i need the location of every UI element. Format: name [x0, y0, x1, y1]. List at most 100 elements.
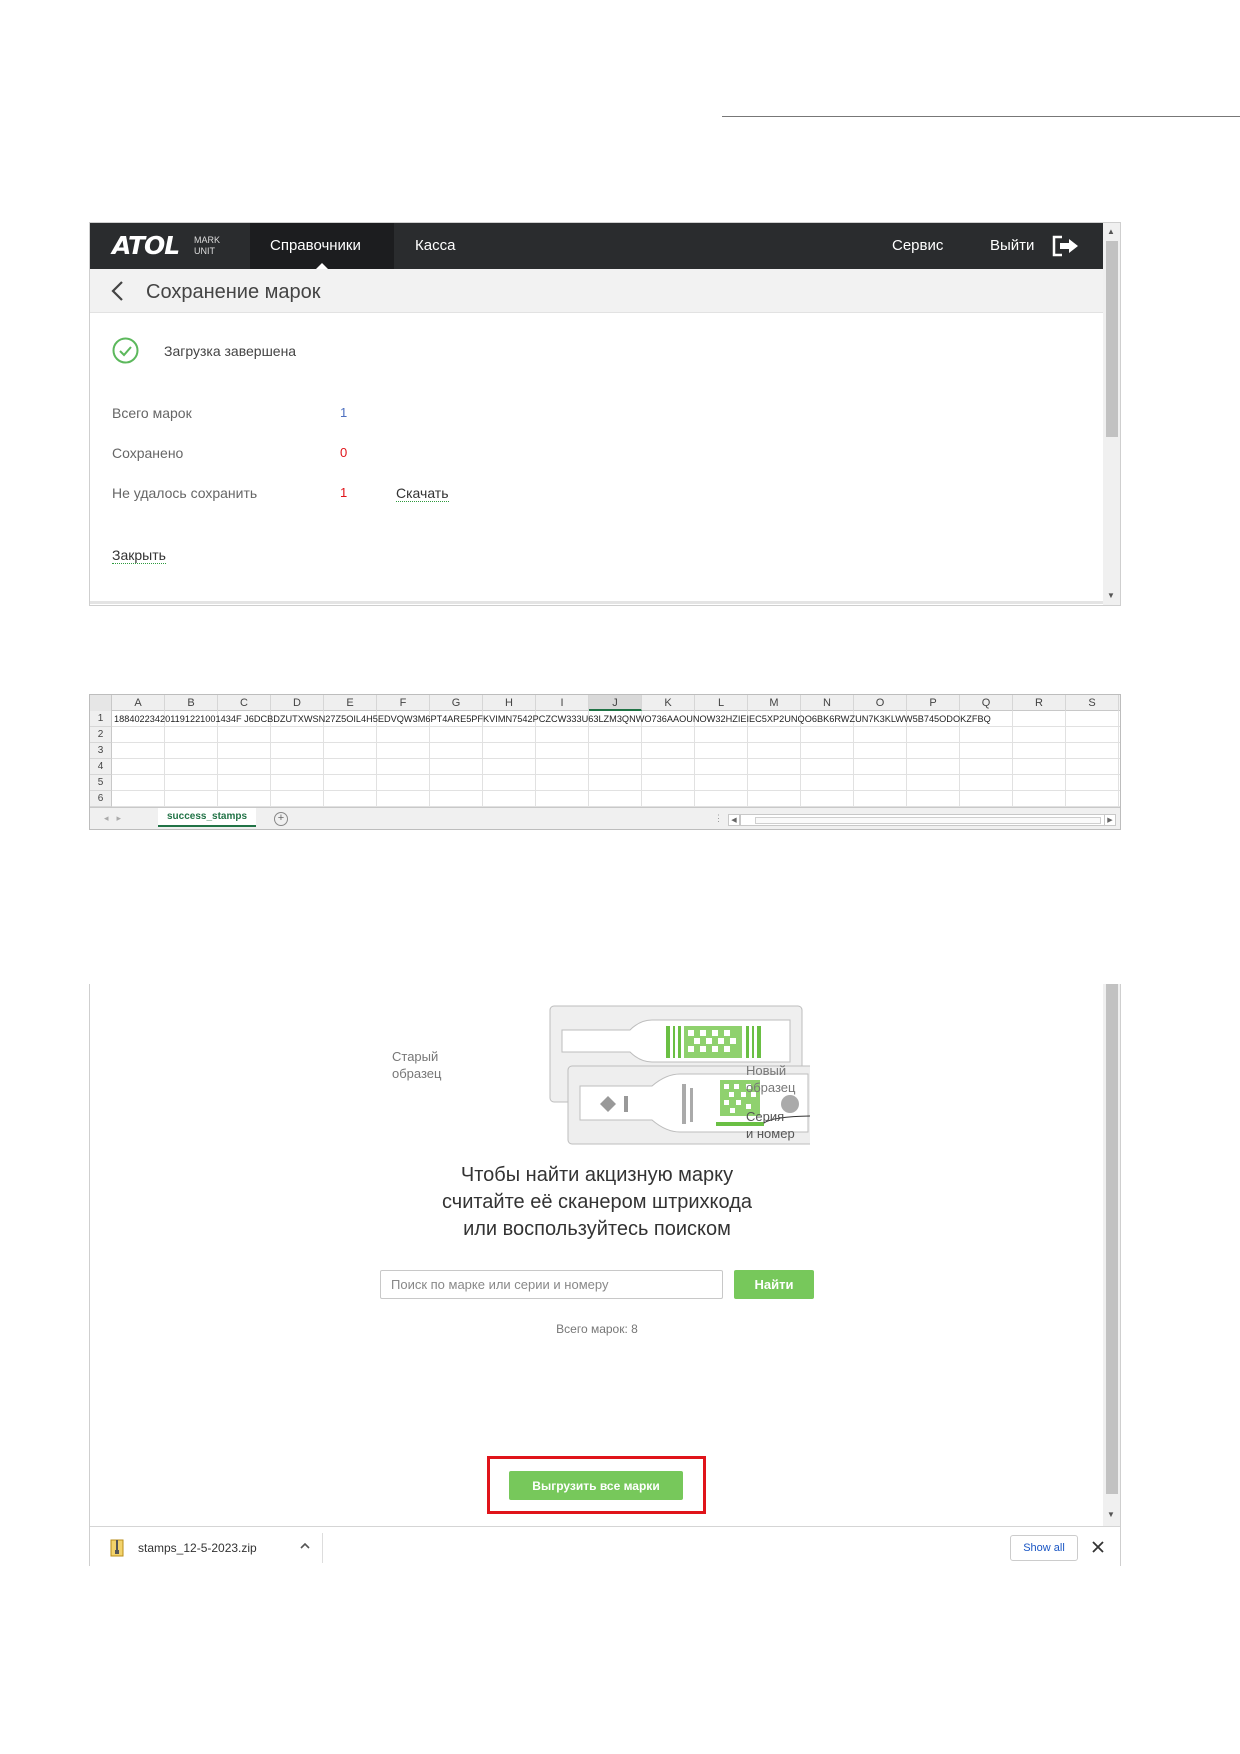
- zip-file-icon: [110, 1539, 124, 1557]
- column-header-f[interactable]: F: [377, 695, 430, 711]
- row-header-3[interactable]: 3: [90, 743, 112, 759]
- column-header-a[interactable]: A: [112, 695, 165, 711]
- table-row[interactable]: [112, 791, 1120, 807]
- column-header-b[interactable]: B: [165, 695, 218, 711]
- column-header-e[interactable]: E: [324, 695, 377, 711]
- scrollbar-thumb[interactable]: [1106, 241, 1118, 437]
- saved-label: Сохранено: [112, 445, 184, 461]
- column-header-g[interactable]: G: [430, 695, 483, 711]
- failed-label: Не удалось сохранить: [112, 485, 258, 501]
- splitter-dots-icon[interactable]: ⋮: [714, 813, 723, 824]
- horizontal-scrollbar[interactable]: ◀ ▶: [728, 814, 1118, 826]
- scroll-down-icon[interactable]: ▼: [1107, 591, 1115, 600]
- logout-icon[interactable]: [1052, 235, 1080, 257]
- row-header-5[interactable]: 5: [90, 775, 112, 791]
- add-sheet-icon[interactable]: +: [274, 812, 288, 826]
- row-header-2[interactable]: 2: [90, 727, 112, 743]
- logo-subtitle: MARK UNIT: [194, 235, 220, 257]
- row-header-6[interactable]: 6: [90, 791, 112, 807]
- table-row[interactable]: [112, 727, 1120, 743]
- scroll-right-icon[interactable]: ▶: [1104, 814, 1116, 826]
- back-arrow-icon[interactable]: [108, 277, 128, 305]
- column-header-j[interactable]: J: [589, 695, 642, 711]
- cell-a1[interactable]: 188402234201191221001434F J6DCBDZUTXWSN2…: [114, 712, 991, 726]
- column-header-row: ABCDEFGHIJKLMNOPQRS: [90, 695, 1120, 711]
- select-all-corner[interactable]: [90, 695, 112, 711]
- stamp-search-input[interactable]: [380, 1270, 723, 1299]
- new-sample-line1: Новый: [746, 1063, 787, 1078]
- table-row[interactable]: [112, 775, 1120, 791]
- table-row[interactable]: [112, 759, 1120, 775]
- sheet-nav-arrows-icon[interactable]: ◂▸: [104, 813, 129, 824]
- column-header-s[interactable]: S: [1066, 695, 1119, 711]
- instructions-line1: Чтобы найти акцизную марку: [460, 1164, 734, 1186]
- series-number-caption: Серия и номер: [746, 1108, 795, 1142]
- scroll-up-icon[interactable]: ▲: [1107, 227, 1115, 236]
- instructions-line2: считайте её сканером штрихкода: [442, 1191, 752, 1213]
- row-header-4[interactable]: 4: [90, 759, 112, 775]
- table-row[interactable]: [112, 743, 1120, 759]
- vertical-scrollbar[interactable]: ▼: [1103, 984, 1120, 1526]
- saved-value: 0: [340, 445, 348, 460]
- nav-tab-directories[interactable]: Справочники: [250, 223, 394, 269]
- panel-bottom-border: [90, 601, 1103, 604]
- top-navbar: ATOL MARK UNIT Справочники Касса Сервис …: [90, 223, 1103, 269]
- search-instructions: Чтобы найти акцизную марку считайте её с…: [390, 1162, 804, 1243]
- total-stamps-label: Всего марок: [112, 405, 192, 421]
- row-header-1[interactable]: 1: [90, 711, 112, 727]
- sheet-tab-success-stamps[interactable]: success_stamps: [158, 808, 256, 827]
- scroll-track[interactable]: [740, 814, 1116, 826]
- find-button[interactable]: Найти: [734, 1270, 814, 1299]
- column-header-c[interactable]: C: [218, 695, 271, 711]
- stamp-search-screen: Старый образец Новый образец Серия и ном…: [89, 984, 1121, 1566]
- column-header-r[interactable]: R: [1013, 695, 1066, 711]
- scroll-left-icon[interactable]: ◀: [728, 814, 740, 826]
- old-sample-caption: Старый образец: [392, 1048, 441, 1082]
- vertical-scrollbar[interactable]: ▲ ▼: [1103, 223, 1120, 605]
- upload-status: Загрузка завершена: [164, 343, 297, 359]
- download-link[interactable]: Скачать: [396, 485, 449, 502]
- highlight-frame: Выгрузить все марки: [487, 1456, 706, 1514]
- nav-tab-cashier[interactable]: Касса: [415, 237, 455, 254]
- new-sample-caption: Новый образец: [746, 1062, 795, 1096]
- column-header-h[interactable]: H: [483, 695, 536, 711]
- column-header-q[interactable]: Q: [960, 695, 1013, 711]
- scroll-down-icon[interactable]: ▼: [1107, 1510, 1115, 1519]
- nav-tab-directories-label: Справочники: [270, 237, 361, 254]
- stamp-save-screen: ATOL MARK UNIT Справочники Касса Сервис …: [89, 222, 1121, 606]
- column-header-l[interactable]: L: [695, 695, 748, 711]
- close-icon[interactable]: [1090, 1536, 1106, 1558]
- column-header-n[interactable]: N: [801, 695, 854, 711]
- download-bar: stamps_12-5-2023.zip Show all: [90, 1526, 1120, 1566]
- page-title: Сохранение марок: [146, 281, 321, 303]
- page-header-rule: [722, 116, 1240, 117]
- download-filename[interactable]: stamps_12-5-2023.zip: [138, 1541, 257, 1555]
- series-line1: Серия: [746, 1109, 785, 1124]
- success-check-icon: [112, 337, 139, 364]
- close-link[interactable]: Закрыть: [112, 547, 166, 564]
- column-header-m[interactable]: M: [748, 695, 801, 711]
- chevron-up-icon[interactable]: [298, 1537, 312, 1555]
- logo-sub-mark: MARK: [194, 235, 221, 245]
- old-sample-line1: Старый: [392, 1049, 439, 1064]
- nav-logout[interactable]: Выйти: [990, 237, 1034, 254]
- scrollbar-thumb[interactable]: [1106, 984, 1118, 1494]
- column-header-i[interactable]: I: [536, 695, 589, 711]
- column-header-d[interactable]: D: [271, 695, 324, 711]
- column-header-k[interactable]: K: [642, 695, 695, 711]
- page-title-bar: Сохранение марок: [90, 269, 1103, 313]
- logo-sub-unit: UNIT: [194, 246, 215, 256]
- new-sample-line2: образец: [746, 1080, 796, 1095]
- total-stamps-count: Всего марок: 8: [556, 1322, 638, 1336]
- old-sample-line2: образец: [392, 1066, 442, 1081]
- download-separator: [322, 1533, 323, 1563]
- failed-value: 1: [340, 485, 348, 500]
- column-header-o[interactable]: O: [854, 695, 907, 711]
- column-header-p[interactable]: P: [907, 695, 960, 711]
- scroll-thumb[interactable]: [755, 817, 1101, 824]
- atol-logo[interactable]: ATOL MARK UNIT: [112, 231, 262, 261]
- total-stamps-value: 1: [340, 405, 348, 420]
- nav-service[interactable]: Сервис: [892, 237, 943, 254]
- show-all-button[interactable]: Show all: [1010, 1535, 1078, 1561]
- export-all-stamps-button[interactable]: Выгрузить все марки: [509, 1471, 683, 1500]
